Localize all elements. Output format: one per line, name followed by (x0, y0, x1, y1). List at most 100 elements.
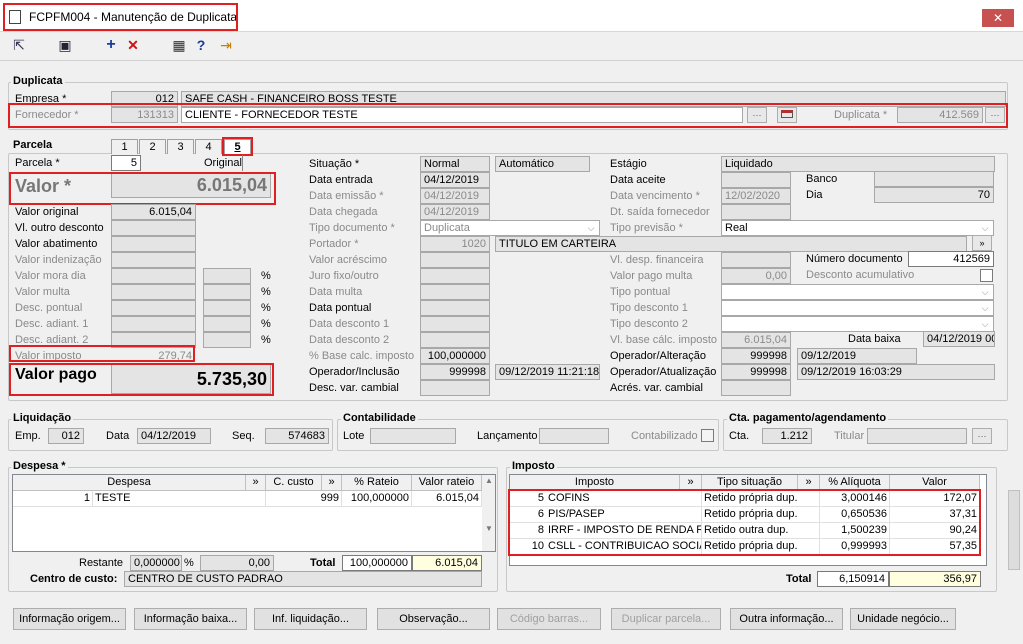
mid-value-6[interactable] (420, 252, 490, 268)
right-value-12[interactable]: 999998 (721, 364, 791, 380)
dia-field[interactable]: 70 (874, 187, 994, 203)
mid-value-12[interactable]: 100,000000 (420, 348, 490, 364)
imposto-col-tipo[interactable]: Tipo situação (702, 475, 798, 491)
imposto-row-name-2[interactable]: IRRF - IMPOSTO DE RENDA RET (546, 523, 702, 539)
imposto-total-aliq-field[interactable]: 6,150914 (817, 571, 889, 587)
despesa-col-ccusto[interactable]: C. custo (266, 475, 322, 491)
fornecedor-code-field[interactable]: 131313 (111, 107, 178, 123)
imposto-row-num-0[interactable]: 5 (510, 491, 546, 507)
imposto-row-valor-2[interactable]: 90,24 (890, 523, 980, 539)
right-extra-12[interactable]: 09/12/2019 16:03:29 (797, 364, 995, 380)
parcela-field[interactable]: 5 (111, 155, 141, 171)
main-scrollbar[interactable] (1008, 490, 1020, 570)
bottom-button-2[interactable]: Inf. liquidação... (254, 608, 367, 630)
help-icon[interactable]: ? (193, 37, 209, 53)
bottom-button-0[interactable]: Informação origem... (13, 608, 126, 630)
databaixa-field[interactable]: 04/12/2019 00 (923, 331, 995, 347)
imposto-row-tipo-0[interactable]: Retido própria dup. (702, 491, 820, 507)
liq-emp-field[interactable]: 012 (48, 428, 84, 444)
imposto-row-tipo-2[interactable]: Retido outra dup. (702, 523, 820, 539)
left-value-3[interactable] (111, 252, 196, 268)
empresa-name-field[interactable]: SAFE CASH - FINANCEIRO BOSS TESTE (181, 91, 1006, 107)
imposto-row-aliq-0[interactable]: 3,000146 (820, 491, 890, 507)
lote-field[interactable] (370, 428, 456, 444)
dropdown-icon-4[interactable]: ⌵ (978, 221, 992, 235)
liq-data-field[interactable]: 04/12/2019 (137, 428, 211, 444)
imposto-row-valor-3[interactable]: 57,35 (890, 539, 980, 555)
mid-extra-0[interactable]: Automático (495, 156, 590, 172)
fornecedor-search-button[interactable]: ··· (747, 107, 767, 123)
despesa-col-valor[interactable]: Valor rateio (412, 475, 482, 491)
dropdown-icon-8[interactable]: ⌵ (978, 301, 992, 315)
bottom-button-6[interactable]: Outra informação... (730, 608, 843, 630)
left-value-9[interactable]: 279,74 (111, 348, 196, 364)
mid-value-8[interactable] (420, 284, 490, 300)
left-value-6[interactable] (111, 300, 196, 316)
titular-field[interactable] (867, 428, 967, 444)
descacum-checkbox[interactable] (980, 269, 993, 282)
left-value-5[interactable] (111, 284, 196, 300)
despesa-total-val-field[interactable]: 6.015,04 (412, 555, 482, 571)
dropdown-icon-9[interactable]: ⌵ (978, 317, 992, 331)
titular-search-button[interactable]: ··· (972, 428, 992, 444)
despesa-col-rateio[interactable]: % Rateio (342, 475, 412, 491)
cta-field[interactable]: 1.212 (762, 428, 812, 444)
liq-seq-field[interactable]: 574683 (265, 428, 329, 444)
restante-pct-field[interactable]: 0,000000 (130, 555, 182, 571)
left-value-0[interactable]: 6.015,04 (111, 204, 196, 220)
imposto-row-num-2[interactable]: 8 (510, 523, 546, 539)
left-pct-field-5[interactable] (203, 284, 251, 300)
left-value-7[interactable] (111, 316, 196, 332)
save-icon[interactable]: ▣ (57, 37, 73, 53)
tab-parcela-2[interactable]: 2 (139, 139, 166, 154)
imposto-total-valor-field[interactable]: 356,97 (889, 571, 981, 587)
imposto-col-imposto[interactable]: Imposto (510, 475, 680, 491)
imposto-row-aliq-3[interactable]: 0,999993 (820, 539, 890, 555)
mid-value-10[interactable] (420, 316, 490, 332)
right-value-6[interactable]: 0,00 (721, 268, 791, 284)
despesa-col-ccusto-more[interactable]: » (322, 475, 342, 491)
calculator-icon[interactable]: ▦ (171, 37, 187, 53)
right-value-5[interactable] (721, 252, 791, 268)
mid-value-11[interactable] (420, 332, 490, 348)
right-value-1[interactable] (721, 172, 791, 188)
right-value-2[interactable]: 12/02/2020 (721, 188, 791, 204)
lancamento-field[interactable] (539, 428, 609, 444)
restante-val-field[interactable]: 0,00 (200, 555, 274, 571)
despesa-scrollbar[interactable]: ▲ ▼ (482, 475, 495, 551)
right-value-4[interactable]: Real ⌵ (721, 220, 994, 236)
right-value-13[interactable] (721, 380, 791, 396)
imposto-col-aliquota[interactable]: % Alíquota (820, 475, 890, 491)
right-value-7[interactable]: ⌵ (721, 284, 994, 300)
contabilizado-checkbox[interactable] (701, 429, 714, 442)
left-value-4[interactable] (111, 268, 196, 284)
mid-value-3[interactable]: 04/12/2019 (420, 204, 490, 220)
right-extra-11[interactable]: 09/12/2019 (797, 348, 917, 364)
valor-field[interactable]: 6.015,04 (111, 172, 271, 198)
mid-value-7[interactable] (420, 268, 490, 284)
imposto-row-valor-1[interactable]: 37,31 (890, 507, 980, 523)
despesa-col-despesa-more[interactable]: » (246, 475, 266, 491)
exit-icon[interactable]: ⇥ (218, 37, 234, 53)
imposto-col-valor[interactable]: Valor (890, 475, 980, 491)
right-value-0[interactable]: Liquidado (721, 156, 995, 172)
delete-icon[interactable]: ✕ (125, 37, 141, 53)
tab-parcela-1[interactable]: 1 (111, 139, 138, 154)
bottom-button-3[interactable]: Observação... (377, 608, 490, 630)
calendar-button[interactable] (777, 107, 797, 123)
banco-field[interactable] (874, 171, 994, 187)
bottom-button-7[interactable]: Unidade negócio... (850, 608, 956, 630)
mid-value-9[interactable] (420, 300, 490, 316)
mid-extra-13[interactable]: 09/12/2019 11:21:18 (495, 364, 600, 380)
right-value-8[interactable]: ⌵ (721, 300, 994, 316)
tab-parcela-4[interactable]: 4 (195, 139, 222, 154)
tipo-documento-dropdown-icon[interactable]: ⌵ (584, 221, 598, 235)
left-pct-field-8[interactable] (203, 332, 251, 348)
imposto-row-num-3[interactable]: 10 (510, 539, 546, 555)
imposto-row-num-1[interactable]: 6 (510, 507, 546, 523)
add-icon[interactable]: + (103, 37, 119, 53)
mid-value-14[interactable] (420, 380, 490, 396)
bottom-button-1[interactable]: Informação baixa... (134, 608, 247, 630)
mid-value-0[interactable]: Normal (420, 156, 490, 172)
left-value-8[interactable] (111, 332, 196, 348)
